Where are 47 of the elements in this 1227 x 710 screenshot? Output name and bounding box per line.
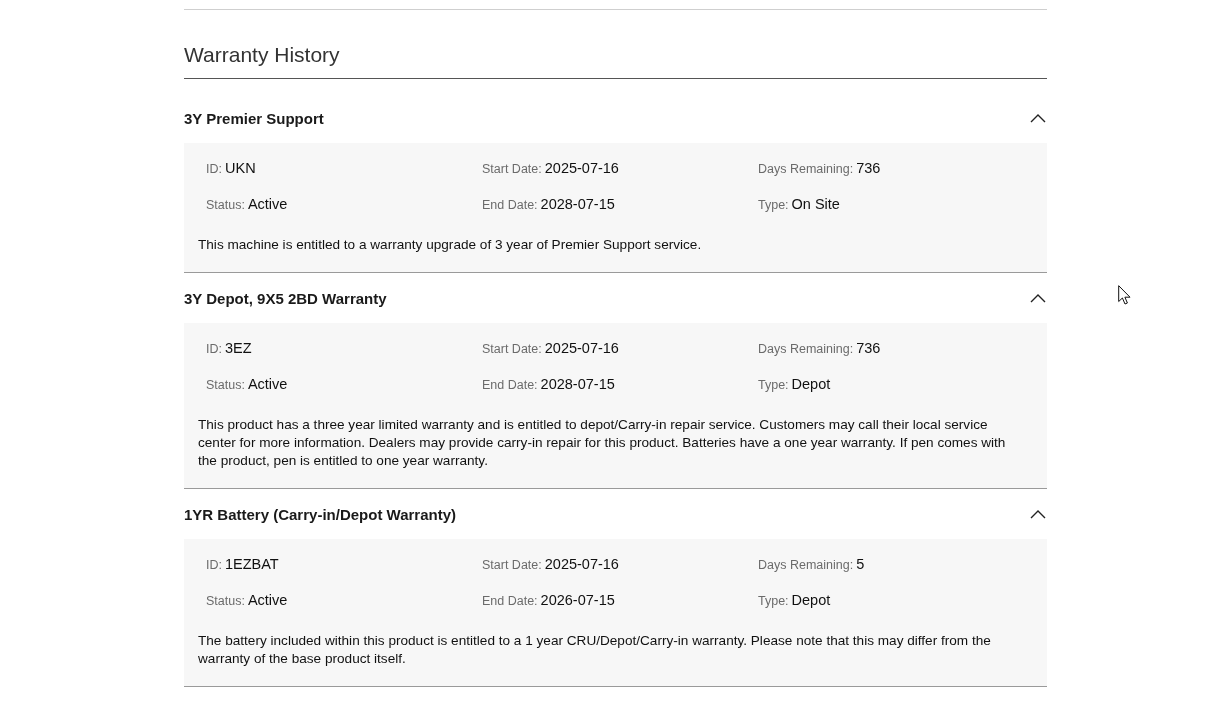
field-label: ID: [206, 557, 222, 574]
field-value: 1EZBAT [225, 555, 279, 574]
field-label: Type: [758, 377, 789, 394]
field-label: ID: [206, 161, 222, 178]
mouse-pointer-icon [1118, 285, 1131, 305]
field-label: End Date: [482, 197, 538, 214]
warranty-description: This machine is entitled to a warranty upgrade of 3 year of Premier Support service. [198, 236, 703, 254]
field-label: Type: [758, 593, 789, 610]
field-value: UKN [225, 159, 256, 178]
field-value: 736 [856, 159, 881, 178]
field-value: Depot [791, 375, 831, 394]
field-value: 3EZ [225, 339, 252, 358]
warranty-description: The battery included within this product is entitled to a 1 year CRU/Depot/Carry-in warranty. Please note that this may differ from the warranty of the base product itself. [198, 632, 992, 668]
chevron-up-icon[interactable] [1030, 113, 1046, 123]
field-value: 2028-07-15 [540, 195, 615, 214]
field-value: 5 [856, 555, 865, 574]
field-label: Days Remaining: [758, 557, 854, 574]
section-heading: Warranty History [184, 42, 340, 68]
field-value: Active [247, 591, 288, 610]
field-label: End Date: [482, 377, 538, 394]
field-value: 736 [856, 339, 881, 358]
field-value: 2025-07-16 [544, 339, 619, 358]
field-label: Status: [206, 197, 245, 214]
field-value: On Site [791, 195, 840, 214]
warranty-title: 3Y Depot, 9X5 2BD Warranty [184, 289, 387, 307]
field-label: Start Date: [482, 341, 542, 358]
field-label: ID: [206, 341, 222, 358]
field-label: End Date: [482, 593, 538, 610]
field-value: 2028-07-15 [540, 375, 615, 394]
field-label: Type: [758, 197, 789, 214]
warranty-title: 1YR Battery (Carry-in/Depot Warranty) [184, 505, 456, 523]
field-label: Days Remaining: [758, 161, 854, 178]
field-value: Active [247, 375, 288, 394]
field-value: Active [247, 195, 288, 214]
warranty-title: 3Y Premier Support [184, 109, 324, 127]
field-label: Start Date: [482, 557, 542, 574]
field-label: Status: [206, 377, 245, 394]
field-value: 2025-07-16 [544, 159, 619, 178]
field-label: Start Date: [482, 161, 542, 178]
chevron-up-icon[interactable] [1030, 509, 1046, 519]
field-value: 2025-07-16 [544, 555, 619, 574]
chevron-up-icon[interactable] [1030, 293, 1046, 303]
field-value: 2026-07-15 [540, 591, 615, 610]
field-value: Depot [791, 591, 831, 610]
field-label: Days Remaining: [758, 341, 854, 358]
field-label: Status: [206, 593, 245, 610]
warranty-description: This product has a three year limited warranty and is entitled to depot/Carry-in repair service. Customers may call their local service center for more information. Dealers may provide carry-in repair for this product. Batteries have a one year warranty. If pen comes with the product, pen is entitled to one year warranty. [198, 416, 1007, 470]
